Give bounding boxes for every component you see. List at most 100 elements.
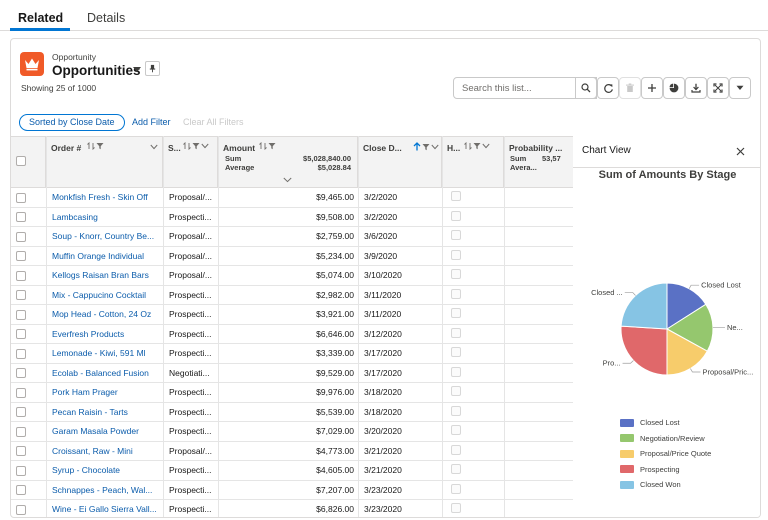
row-checkbox[interactable] [16,485,26,495]
order-link[interactable]: Lemonade - Kiwi, 591 Ml [52,344,160,364]
chevron-down-icon[interactable] [150,144,158,150]
sort-icon[interactable] [87,142,95,150]
column-header-order[interactable]: Order # [46,137,163,187]
order-link[interactable]: Lambcasing [52,208,160,228]
pie-slice[interactable] [620,325,668,376]
sort-filter-pill[interactable]: Sorted by Close Date [19,114,125,131]
filter-icon[interactable] [192,142,200,150]
table-row[interactable]: Monkfish Fresh - Skin Off Proposal/... $9,… [11,188,573,208]
table-row[interactable]: Wine - Ei Gallo Sierra Vall... Prospecti.… [11,500,573,517]
table-row[interactable]: Croissant, Raw - Mini Proposal/... $4,773.… [11,442,573,462]
list-view-title[interactable]: Opportunities [52,63,141,78]
chart-button[interactable] [663,77,685,99]
row-checkbox[interactable] [16,270,26,281]
order-link[interactable]: Monkfish Fresh - Skin Off [52,188,160,208]
row-checkbox[interactable] [16,426,26,437]
table-row[interactable]: Pork Ham Prager Prospecti... $9,976.00 3/18… [11,383,573,403]
download-button[interactable] [685,77,707,99]
legend-item[interactable]: Closed Lost [620,415,711,431]
filter-icon[interactable] [473,142,481,150]
table-row[interactable]: Ecolab - Balanced Fusion Negotiati... $9,5… [11,364,573,384]
chevron-down-icon [736,85,744,90]
legend-item[interactable]: Negotiation/Review [620,431,711,447]
legend-item[interactable]: Closed Won [620,477,711,493]
order-link[interactable]: Mix - Cappucino Cocktail [52,286,160,306]
row-checkbox-cell [16,266,40,286]
sort-ascending-icon[interactable] [413,142,421,151]
sort-icon[interactable] [464,142,472,150]
order-link[interactable]: Schnappes - Peach, Wal... [52,481,160,501]
row-checkbox[interactable] [16,309,26,320]
expand-button[interactable] [707,77,729,99]
order-link[interactable]: Soup - Knorr, Country Be... [52,227,160,247]
chevron-down-icon[interactable] [482,143,490,149]
sort-icon[interactable] [183,142,191,150]
column-header-stage[interactable]: S... [163,137,218,187]
table-row[interactable]: Pecan Raisin - Tarts Prospecti... $5,539.0… [11,403,573,423]
pie-slice[interactable] [620,282,668,330]
pin-list-button[interactable] [145,61,160,76]
column-header-amount[interactable]: Amount Sum $5,028,840.00 Average $5,028.… [218,137,358,187]
refresh-button[interactable] [597,77,619,99]
delete-button[interactable] [619,77,641,99]
h-checkbox-cell [451,461,471,481]
order-link[interactable]: Pork Ham Prager [52,383,160,403]
row-checkbox[interactable] [16,348,26,359]
search-button[interactable] [575,77,597,99]
filter-icon[interactable] [268,142,276,150]
row-checkbox[interactable] [16,192,26,203]
list-view-picker-chevron-icon[interactable] [133,67,141,72]
more-actions-button[interactable] [729,77,751,99]
column-header-h[interactable]: H... [442,137,504,187]
order-link[interactable]: Syrup - Chocolate [52,461,160,481]
order-link[interactable]: Garam Masala Powder [52,422,160,442]
filter-icon[interactable] [422,143,430,151]
order-link[interactable]: Wine - Ei Gallo Sierra Vall... [52,500,160,517]
sort-icon[interactable] [259,142,267,150]
row-checkbox[interactable] [16,368,26,378]
order-link[interactable]: Mop Head - Cotton, 24 Oz [52,305,160,325]
chevron-down-icon[interactable] [283,177,292,183]
row-checkbox[interactable] [16,212,26,222]
order-link[interactable]: Ecolab - Balanced Fusion [52,364,160,384]
order-link[interactable]: Croissant, Raw - Mini [52,442,160,462]
table-row[interactable]: Schnappes - Peach, Wal... Prospecti... $7,… [11,481,573,501]
table-row[interactable]: Everfresh Products Prospecti... $6,646.00 3… [11,325,573,345]
table-row[interactable]: Muffin Orange Individual Proposal/... $5,2… [11,247,573,267]
legend-item[interactable]: Proposal/Price Quote [620,446,711,462]
chevron-down-icon[interactable] [201,143,209,149]
order-link[interactable]: Everfresh Products [52,325,160,345]
row-checkbox[interactable] [16,290,26,300]
table-row[interactable]: Garam Masala Powder Prospecti... $7,029.00… [11,422,573,442]
add-filter-link[interactable]: Add Filter [132,117,171,127]
chevron-down-icon[interactable] [431,144,439,150]
legend-item[interactable]: Prospecting [620,462,711,478]
order-link[interactable]: Pecan Raisin - Tarts [52,403,160,423]
clear-all-filters-link[interactable]: Clear All Filters [183,117,244,127]
filter-icon[interactable] [96,142,104,150]
order-link[interactable]: Kellogs Raisan Bran Bars [52,266,160,286]
column-header-close-date[interactable]: Close D... [358,137,442,187]
column-header-probability[interactable]: Probability ... Sum 53,57 Avera... [504,137,573,187]
row-checkbox[interactable] [16,387,26,398]
row-checkbox[interactable] [16,407,26,417]
row-checkbox[interactable] [16,446,26,456]
table-row[interactable]: Mix - Cappucino Cocktail Prospecti... $2,9… [11,286,573,306]
table-row[interactable]: Syrup - Chocolate Prospecti... $4,605.00 3/… [11,461,573,481]
row-checkbox[interactable] [16,251,26,261]
table-row[interactable]: Soup - Knorr, Country Be... Proposal/... $… [11,227,573,247]
select-all-checkbox[interactable] [16,156,26,166]
table-row[interactable]: Lambcasing Prospecti... $9,508.00 3/2/2020 [11,208,573,228]
row-checkbox[interactable] [16,329,26,339]
h-checkbox [451,425,461,435]
row-checkbox[interactable] [16,231,26,242]
tab-related[interactable]: Related [18,11,63,25]
order-link[interactable]: Muffin Orange Individual [52,247,160,267]
table-row[interactable]: Mop Head - Cotton, 24 Oz Prospecti... $3,9… [11,305,573,325]
tab-details[interactable]: Details [87,11,125,25]
row-checkbox[interactable] [16,504,26,515]
table-row[interactable]: Kellogs Raisan Bran Bars Proposal/... $5,0… [11,266,573,286]
table-row[interactable]: Lemonade - Kiwi, 591 Ml Prospecti... $3,33… [11,344,573,364]
add-button[interactable] [641,77,663,99]
row-checkbox[interactable] [16,465,26,476]
